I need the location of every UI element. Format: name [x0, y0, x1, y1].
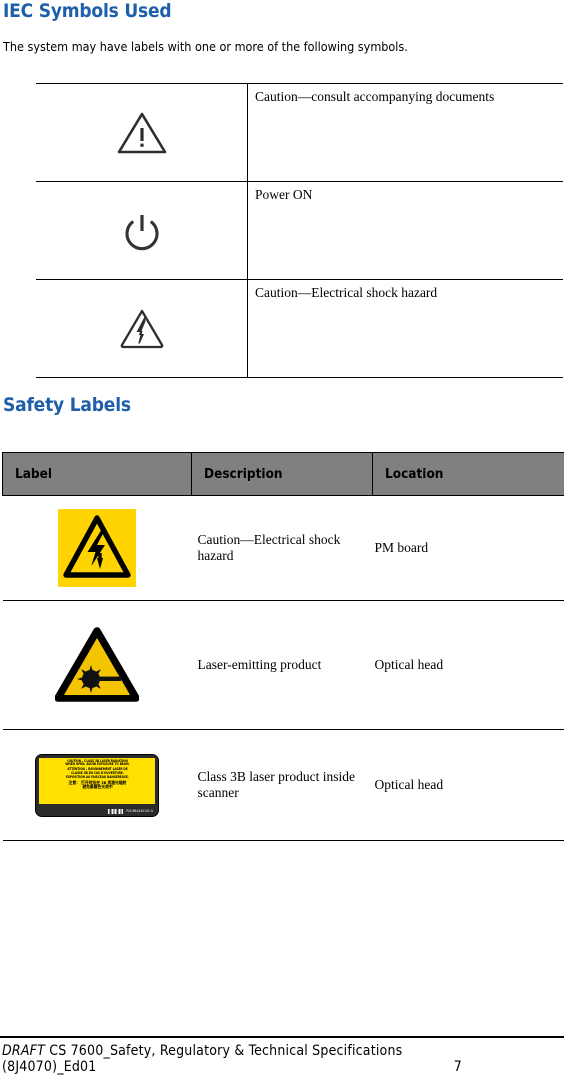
yellow-laser-warning-triangle-icon [3, 627, 192, 703]
safety-labels-table: Label Description Location Caution—Elect… [2, 452, 564, 841]
document-page: IEC Symbols Used The system may have lab… [0, 0, 564, 1091]
safety-label-description: Caution—Electrical shock hazard [191, 495, 373, 601]
safety-label-description: Class 3B laser product inside scanner [191, 729, 373, 841]
iec-symbols-table: Caution—consult accompanying documents P… [36, 83, 563, 378]
draft-marker: DRAFT [2, 1043, 45, 1059]
table-row: CAUTION – CLASS 3B LASER RADIATION WHEN … [2, 729, 564, 841]
column-header-label: Label [2, 452, 192, 496]
iec-symbol-cell [36, 181, 248, 280]
footer-document-code: (8J4070)_Ed01 [2, 1059, 97, 1075]
iec-symbols-heading: IEC Symbols Used [3, 0, 172, 22]
table-row: Laser-emitting product Optical head [2, 600, 564, 730]
table-row: Caution—Electrical shock hazard PM board [2, 495, 564, 601]
sticker-yellow-field: CAUTION – CLASS 3B LASER RADIATION WHEN … [39, 757, 155, 804]
sticker-english-block: CAUTION – CLASS 3B LASER RADIATION WHEN … [43, 759, 152, 767]
safety-labels-heading: Safety Labels [3, 394, 131, 416]
safety-label-location: PM board [372, 495, 564, 601]
table-row: Caution—consult accompanying documents [36, 83, 563, 182]
column-header-location: Location [372, 452, 564, 496]
page-number: 7 [453, 1059, 462, 1075]
yellow-electrical-shock-label-icon [3, 509, 192, 587]
sticker-part-number: P/N 8B4440192 A [126, 809, 153, 814]
power-on-icon [36, 208, 247, 254]
safety-label-cell: CAUTION – CLASS 3B LASER RADIATION WHEN … [2, 729, 192, 841]
safety-label-cell [2, 600, 192, 730]
footer-document-title: CS 7600_Safety, Regulatory & Technical S… [49, 1043, 403, 1059]
column-header-description: Description [191, 452, 373, 496]
iec-symbol-description: Power ON [247, 181, 563, 280]
iec-symbol-description: Caution—consult accompanying documents [247, 83, 563, 182]
table-row: Caution—Electrical shock hazard [36, 279, 563, 378]
safety-label-cell [2, 495, 192, 601]
footer-divider [0, 1036, 564, 1038]
iec-symbol-cell [36, 83, 248, 182]
safety-label-location: Optical head [372, 729, 564, 841]
page-footer: DRAFT CS 7600_Safety, Regulatory & Techn… [2, 1043, 562, 1075]
electrical-shock-triangle-icon [36, 307, 247, 350]
safety-label-location: Optical head [372, 600, 564, 730]
class-3b-laser-warning-sticker-icon: CAUTION – CLASS 3B LASER RADIATION WHEN … [35, 753, 159, 817]
sticker-chinese-block: 注意： 打开时存在 3B 类激光辐射 避免暴露在光束中 [43, 780, 152, 790]
iec-symbol-cell [36, 279, 248, 378]
sticker-french-block: ATTENTION – RAYONNEMENT LASER DE CLASSE … [43, 768, 152, 779]
warning-triangle-exclamation-icon [36, 110, 247, 156]
iec-symbol-description: Caution—Electrical shock hazard [247, 279, 563, 378]
sticker-cn-line-2: 避免暴露在光束中 [82, 784, 113, 790]
safety-label-description: Laser-emitting product [191, 600, 373, 730]
table-header-row: Label Description Location [2, 452, 564, 496]
table-row: Power ON [36, 181, 563, 280]
sticker-footer: P/N 8B4440192 A [108, 809, 153, 814]
barcode-icon [108, 809, 124, 814]
sticker-fr-line-3: EXPOSITION AU FAISCEAU DANGEREUSE. [66, 774, 129, 779]
sticker-en-line-2: WHEN OPEN. AVOID EXPOSURE TO BEAM. [65, 762, 130, 767]
iec-symbols-intro-text: The system may have labels with one or m… [3, 39, 408, 54]
